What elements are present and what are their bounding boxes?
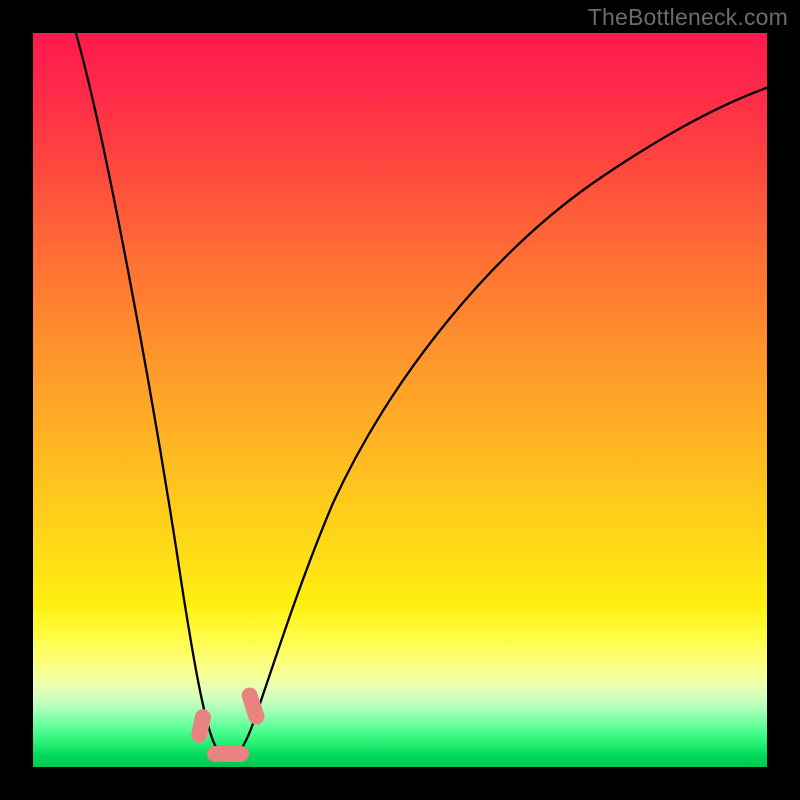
floor-highlight bbox=[207, 746, 249, 762]
chart-frame bbox=[33, 33, 767, 767]
watermark-text: TheBottleneck.com bbox=[588, 4, 788, 31]
curve-path bbox=[73, 33, 767, 761]
bottleneck-curve bbox=[33, 33, 767, 767]
